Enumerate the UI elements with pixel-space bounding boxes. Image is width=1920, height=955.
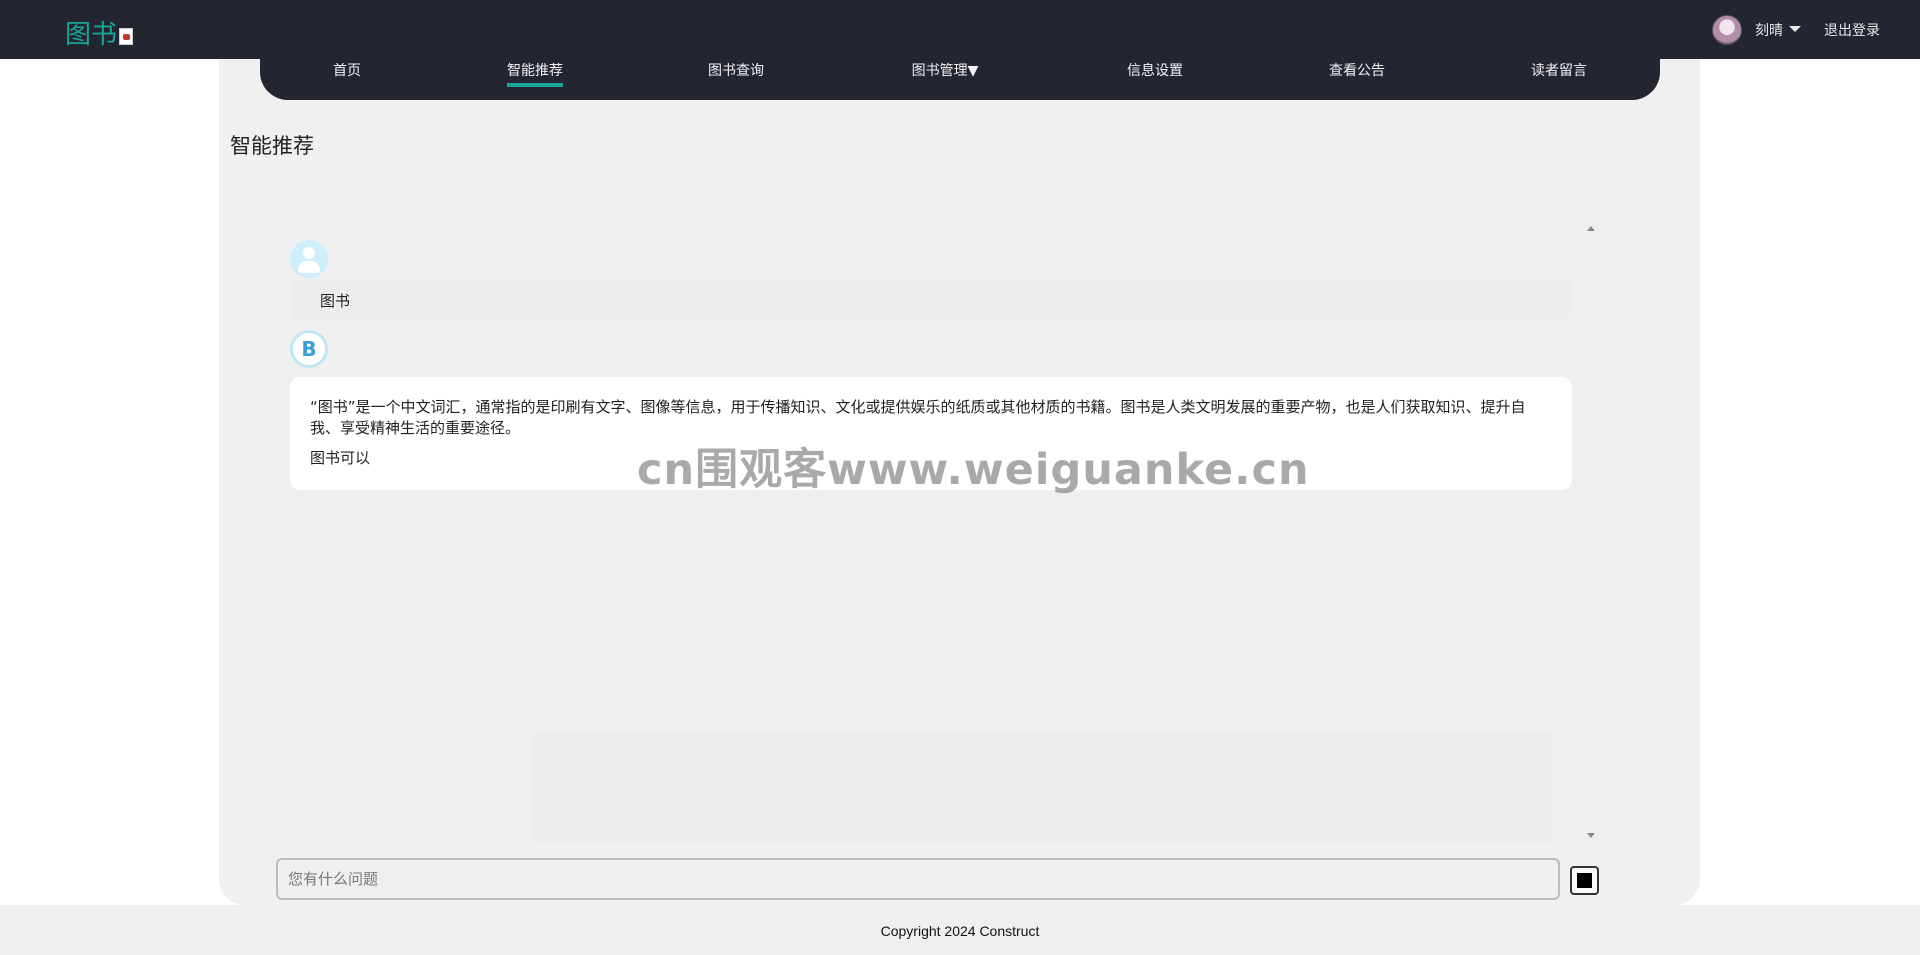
nav-item-info-settings[interactable]: 信息设置 (1127, 60, 1183, 83)
footer: Copyright 2024 Construct (0, 905, 1920, 955)
user-name[interactable]: 刻晴 (1755, 20, 1783, 40)
main-nav: 首页 智能推荐 图书查询 图书管理▼ 信息设置 查看公告 读者留言 (260, 50, 1660, 100)
stop-square-icon (1577, 873, 1592, 888)
page-title: 智能推荐 (230, 134, 314, 158)
brand-title[interactable]: 图书 (65, 14, 117, 51)
nav-item-book-search[interactable]: 图书查询 (708, 60, 764, 83)
bot-message-paragraph: “图书”是一个中文词汇，通常指的是印刷有文字、图像等信息，用于传播知识、文化或提… (310, 398, 1526, 437)
nav-item-reader-messages[interactable]: 读者留言 (1531, 60, 1587, 83)
caret-down-icon[interactable] (1789, 26, 1801, 32)
nav-item-smart-recommend[interactable]: 智能推荐 (507, 60, 563, 87)
user-message-bubble: 图书 (290, 280, 1572, 319)
question-input[interactable] (276, 858, 1560, 900)
nav-item-book-management[interactable]: 图书管理▼ (912, 60, 979, 83)
scroll-up-icon[interactable] (1587, 226, 1595, 231)
stop-button[interactable] (1570, 866, 1599, 895)
user-message-text: 图书 (320, 292, 351, 310)
copyright-text: Copyright 2024 Construct (880, 923, 1040, 939)
nav-item-home[interactable]: 首页 (333, 60, 361, 83)
nav-item-announcements[interactable]: 查看公告 (1329, 60, 1385, 83)
brand-logo-icon (119, 28, 133, 45)
watermark-text: cn围观客www.weiguanke.cn (637, 445, 1310, 495)
user-avatar-icon (290, 240, 328, 278)
logout-link[interactable]: 退出登录 (1824, 20, 1880, 40)
scroll-down-icon[interactable] (1587, 833, 1595, 838)
bot-avatar-icon: B (290, 330, 328, 368)
loading-placeholder (533, 730, 1553, 842)
user-avatar-image[interactable] (1712, 15, 1742, 45)
